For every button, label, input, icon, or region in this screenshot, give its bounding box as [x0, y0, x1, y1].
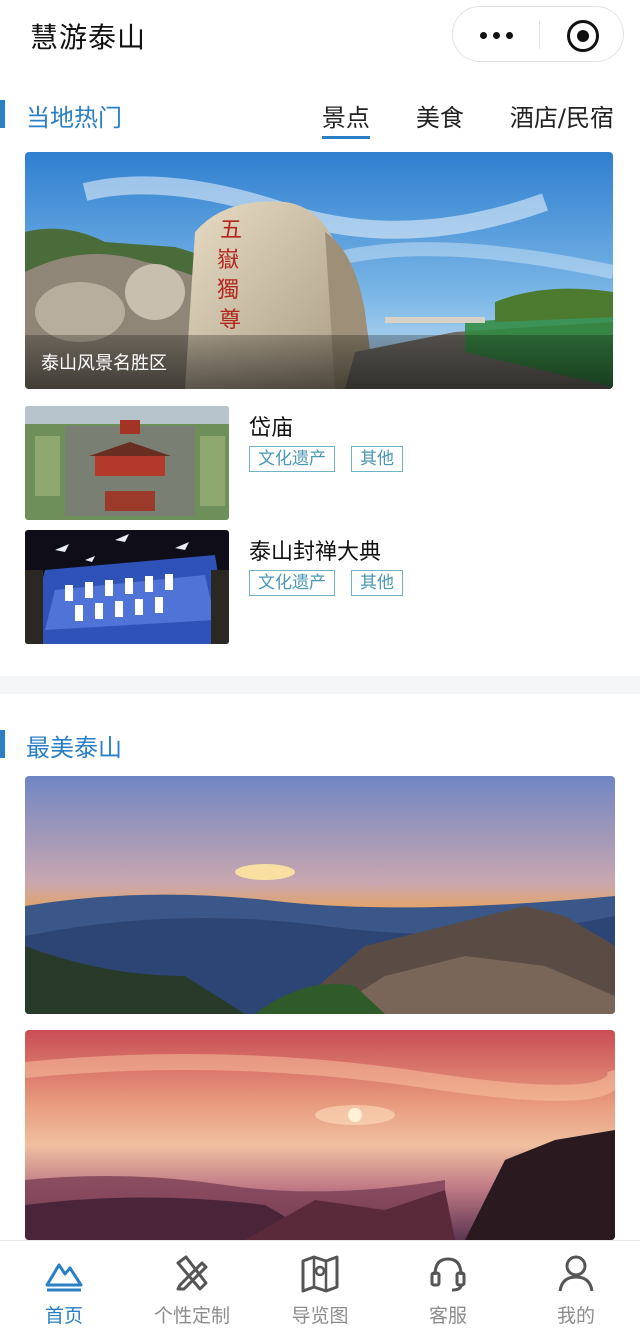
tab-home[interactable]: 首页: [0, 1241, 128, 1334]
tab-mine-label: 我的: [556, 1305, 595, 1327]
scenic-photo[interactable]: [25, 776, 615, 1014]
app-title: 慧游泰山: [30, 21, 147, 54]
hero-caption-overlay: 泰山风景名胜区: [25, 335, 613, 389]
item-name: 岱庙: [249, 416, 294, 441]
list-item[interactable]: 岱庙 文化遗产 其他: [25, 406, 613, 520]
beautiful-section: 最美泰山: [0, 694, 640, 1240]
mountain-icon: [45, 1263, 83, 1292]
item-thumbnail: [25, 406, 229, 520]
pencil-ruler-icon: [176, 1255, 208, 1291]
tab-service-label: 客服: [428, 1305, 467, 1327]
svg-text:尊: 尊: [219, 308, 241, 333]
tab-custom[interactable]: 个性定制: [128, 1241, 256, 1334]
tab-map[interactable]: 导览图: [256, 1241, 384, 1334]
hot-tabs: 景点 美食 酒店/民宿: [321, 98, 614, 139]
item-tags: 文化遗产 其他: [249, 570, 403, 596]
list-item[interactable]: 泰山封禅大典 文化遗产 其他: [25, 530, 613, 644]
hot-section-title: 当地热门: [26, 104, 122, 132]
tab-attractions[interactable]: 景点: [321, 98, 370, 139]
top-nav-bar: 慧游泰山: [0, 0, 640, 70]
section-accent-bar: [0, 100, 5, 128]
item-name: 泰山封禅大典: [249, 540, 382, 565]
hot-section: 当地热门 景点 美食 酒店/民宿 五 嶽 獨 尊 泰山风景名胜区 岱庙 文化遗产…: [0, 70, 640, 676]
hot-section-header: 当地热门 景点 美食 酒店/民宿: [0, 90, 640, 140]
capsule-divider: [539, 21, 540, 49]
user-icon: [558, 1255, 594, 1292]
svg-text:五: 五: [220, 218, 242, 243]
hero-caption: 泰山风景名胜区: [41, 353, 167, 374]
bottom-tab-bar: 首页 个性定制 导览图 客服 我的: [0, 1240, 640, 1334]
tag-badge[interactable]: 文化遗产: [249, 446, 335, 472]
svg-text:獨: 獨: [217, 278, 239, 303]
tag-badge[interactable]: 其他: [351, 570, 403, 596]
tab-home-label: 首页: [44, 1305, 83, 1327]
target-icon[interactable]: [567, 20, 599, 52]
tab-map-label: 导览图: [291, 1305, 349, 1327]
hero-card[interactable]: 五 嶽 獨 尊 泰山风景名胜区: [25, 152, 613, 389]
beautiful-section-title: 最美泰山: [26, 734, 122, 762]
tab-service[interactable]: 客服: [384, 1241, 512, 1334]
tab-food[interactable]: 美食: [416, 98, 464, 133]
mini-program-capsule: [452, 6, 624, 62]
svg-text:嶽: 嶽: [217, 248, 239, 273]
tag-badge[interactable]: 文化遗产: [249, 570, 335, 596]
tab-custom-label: 个性定制: [153, 1305, 230, 1327]
beautiful-section-header: 最美泰山: [0, 720, 640, 770]
tab-mine[interactable]: 我的: [512, 1241, 640, 1334]
tab-hotels[interactable]: 酒店/民宿: [510, 98, 614, 133]
tag-badge[interactable]: 其他: [351, 446, 403, 472]
section-accent-bar: [0, 730, 5, 758]
more-dots-icon[interactable]: [453, 7, 539, 63]
scenic-photo[interactable]: [25, 1030, 615, 1240]
map-pin-icon: [301, 1255, 339, 1293]
headset-icon: [430, 1257, 466, 1292]
item-thumbnail: [25, 530, 229, 644]
item-tags: 文化遗产 其他: [249, 446, 403, 472]
